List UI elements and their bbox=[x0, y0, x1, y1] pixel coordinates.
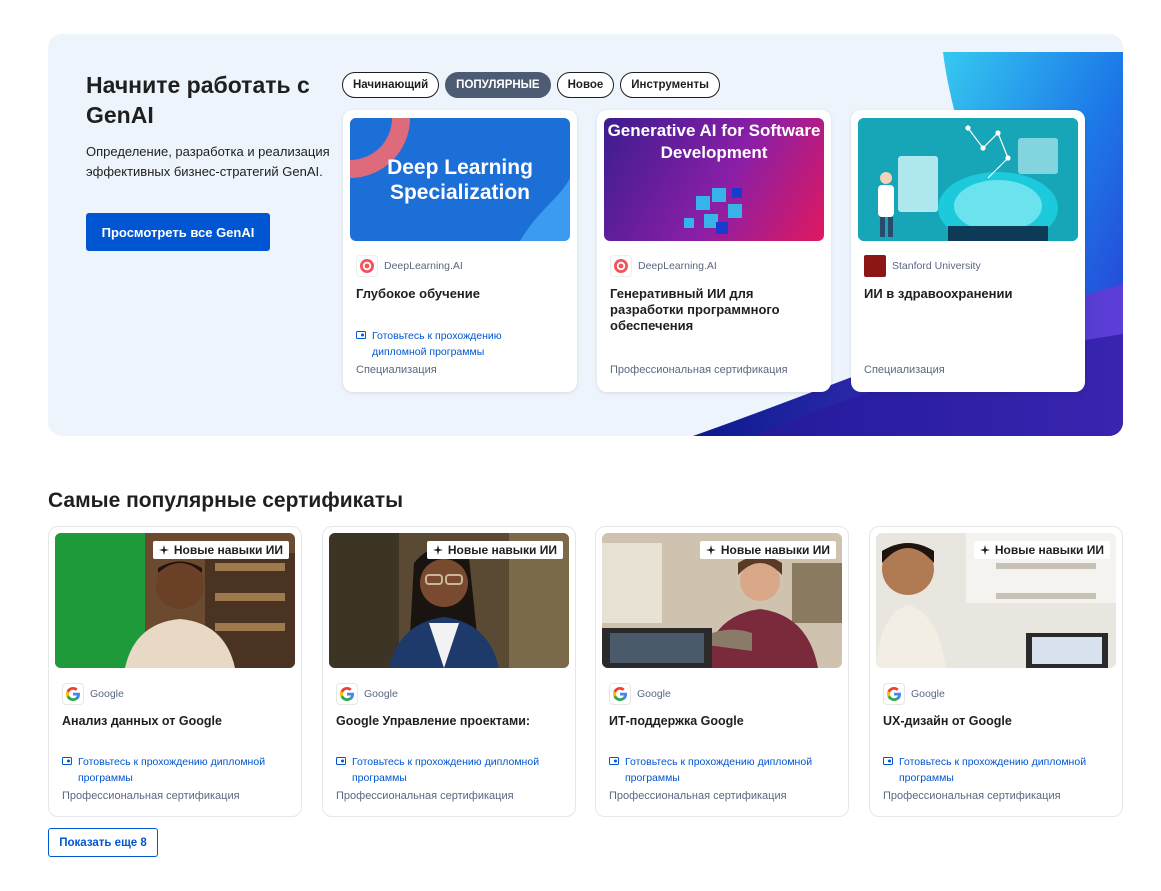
view-all-genai-button[interactable]: Просмотреть все GenAI bbox=[86, 213, 270, 251]
course-thumbnail bbox=[858, 118, 1078, 241]
sparkle-icon bbox=[979, 545, 990, 555]
chip-popular[interactable]: ПОПУЛЯРНЫЕ bbox=[445, 72, 551, 98]
badge-label: Новые навыки ИИ bbox=[447, 543, 557, 557]
partner: Google bbox=[883, 683, 945, 705]
chip-beginner[interactable]: Начинающий bbox=[342, 72, 440, 98]
partner-name: Google bbox=[911, 688, 945, 700]
section-title: Самые популярные сертификаты bbox=[48, 489, 404, 512]
cert-card-data-analytics[interactable]: Новые навыки ИИ Google Анализ данных от … bbox=[48, 526, 302, 817]
ai-skills-badge: Новые навыки ИИ bbox=[426, 541, 563, 559]
partner-name: DeepLearning.AI bbox=[638, 260, 717, 272]
chip-tools[interactable]: Инструменты bbox=[620, 72, 720, 98]
banner-intro: Начните работать с GenAI Определение, ра… bbox=[86, 70, 336, 181]
course-thumbnail: Deep Learning Specialization bbox=[350, 118, 570, 241]
degree-pathway: Готовьтесь к прохождению дипломной прогр… bbox=[336, 754, 561, 786]
partner: Google bbox=[336, 683, 398, 705]
filter-chips: Начинающий ПОПУЛЯРНЫЕ Новое Инструменты bbox=[342, 72, 720, 98]
banner-title: Начните работать с GenAI bbox=[86, 72, 310, 128]
cert-card-it-support[interactable]: Новые навыки ИИ Google ИТ-поддержка Goog… bbox=[595, 526, 849, 817]
course-title: ИТ-поддержка Google bbox=[609, 714, 744, 728]
partner-name: Google bbox=[637, 688, 671, 700]
credential-type: Профессиональная сертификация bbox=[610, 364, 788, 376]
partner-name: DeepLearning.AI bbox=[384, 260, 463, 272]
degree-label: Готовьтесь к прохождению дипломной прогр… bbox=[625, 756, 813, 784]
partner-name: Google bbox=[90, 688, 124, 700]
course-title: Анализ данных от Google bbox=[62, 714, 222, 728]
course-title: Генеративный ИИ для разработки программн… bbox=[610, 286, 780, 333]
badge-label: Новые навыки ИИ bbox=[994, 543, 1104, 557]
degree-icon bbox=[336, 757, 346, 765]
credential-type: Специализация bbox=[864, 364, 945, 376]
ai-skills-badge: Новые навыки ИИ bbox=[973, 541, 1110, 559]
degree-pathway: Готовьтесь к прохождению дипломной прогр… bbox=[883, 754, 1108, 786]
partner: DeepLearning.AI bbox=[610, 255, 717, 277]
credential-type: Профессиональная сертификация bbox=[609, 790, 787, 802]
genai-card-deep-learning[interactable]: Deep Learning Specialization DeepLearnin… bbox=[343, 110, 577, 392]
degree-pathway: Готовьтесь к прохождению дипломной прогр… bbox=[609, 754, 834, 786]
partner: Google bbox=[62, 683, 124, 705]
thumbnail-art bbox=[858, 118, 1078, 241]
degree-label: Готовьтесь к прохождению дипломной прогр… bbox=[352, 756, 540, 784]
cert-card-ux-design[interactable]: Новые навыки ИИ Google UX-дизайн от Goog… bbox=[869, 526, 1123, 817]
credential-type: Профессиональная сертификация bbox=[62, 790, 240, 802]
google-logo bbox=[883, 683, 905, 705]
degree-icon bbox=[356, 331, 366, 339]
degree-icon bbox=[883, 757, 893, 765]
banner-description: Определение, разработка и реализация эфф… bbox=[86, 144, 330, 179]
stanford-logo bbox=[864, 255, 886, 277]
badge-label: Новые навыки ИИ bbox=[173, 543, 283, 557]
degree-icon bbox=[609, 757, 619, 765]
course-title: Глубокое обучение bbox=[356, 286, 481, 301]
course-thumbnail: Новые навыки ИИ bbox=[876, 533, 1116, 668]
partner-name: Stanford University bbox=[892, 260, 981, 272]
sparkle-icon bbox=[158, 545, 169, 555]
ai-skills-badge: Новые навыки ИИ bbox=[152, 541, 289, 559]
degree-label: Готовьтесь к прохождению дипломной прогр… bbox=[78, 756, 266, 784]
genai-card-generative-ai[interactable]: Generative AI for Software Development D… bbox=[597, 110, 831, 392]
google-logo bbox=[609, 683, 631, 705]
deeplearning-ai-logo bbox=[610, 255, 632, 277]
deeplearning-ai-logo bbox=[356, 255, 378, 277]
genai-card-healthcare[interactable]: Stanford University ИИ в здравоохранении… bbox=[851, 110, 1085, 392]
chip-new[interactable]: Новое bbox=[556, 72, 615, 98]
badge-label: Новые навыки ИИ bbox=[720, 543, 830, 557]
partner-name: Google bbox=[364, 688, 398, 700]
credential-type: Профессиональная сертификация bbox=[336, 790, 514, 802]
course-title: Google Управление проектами: bbox=[336, 714, 531, 728]
course-thumbnail: Generative AI for Software Development bbox=[604, 118, 824, 241]
degree-pathway: Готовьтесь к прохождению дипломной прогр… bbox=[62, 754, 287, 786]
course-thumbnail: Новые навыки ИИ bbox=[329, 533, 569, 668]
sparkle-icon bbox=[432, 545, 443, 555]
google-logo bbox=[62, 683, 84, 705]
show-more-button[interactable]: Показать еще 8 bbox=[48, 828, 158, 857]
degree-label: Готовьтесь к прохождению дипломной прогр… bbox=[372, 330, 502, 358]
course-title: UX-дизайн от Google bbox=[883, 714, 1012, 728]
ai-skills-badge: Новые навыки ИИ bbox=[699, 541, 836, 559]
thumbnail-text: Deep Learning Specialization bbox=[387, 155, 533, 204]
thumbnail-text: Generative AI for Software Development bbox=[607, 121, 821, 162]
degree-pathway: Готовьтесь к прохождению дипломной прогр… bbox=[356, 328, 536, 360]
course-thumbnail: Новые навыки ИИ bbox=[602, 533, 842, 668]
partner: Stanford University bbox=[864, 255, 981, 277]
cert-card-project-management[interactable]: Новые навыки ИИ Google Google Управление… bbox=[322, 526, 576, 817]
genai-banner: Начните работать с GenAI Определение, ра… bbox=[48, 34, 1123, 436]
credential-type: Профессиональная сертификация bbox=[883, 790, 1061, 802]
google-logo bbox=[336, 683, 358, 705]
degree-label: Готовьтесь к прохождению дипломной прогр… bbox=[899, 756, 1087, 784]
course-title: ИИ в здравоохранении bbox=[864, 286, 1013, 301]
degree-icon bbox=[62, 757, 72, 765]
sparkle-icon bbox=[705, 545, 716, 555]
course-thumbnail: Новые навыки ИИ bbox=[55, 533, 295, 668]
partner: Google bbox=[609, 683, 671, 705]
credential-type: Специализация bbox=[356, 364, 437, 376]
partner: DeepLearning.AI bbox=[356, 255, 463, 277]
